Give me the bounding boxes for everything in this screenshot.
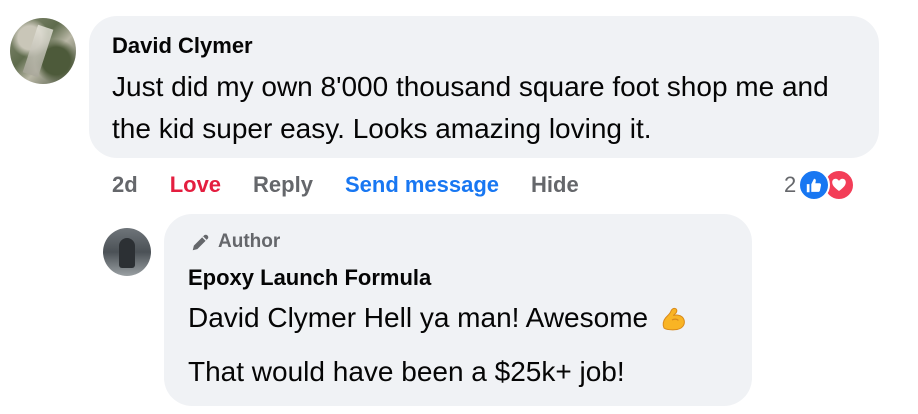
hide-button[interactable]: Hide: [531, 172, 579, 198]
reply-button[interactable]: Reply: [253, 172, 313, 198]
comment-thread: David Clymer Just did my own 8'000 thous…: [0, 0, 918, 414]
pencil-icon: [192, 234, 209, 251]
reaction-count: 2: [784, 172, 797, 197]
like-icon: [798, 169, 831, 201]
reply-text-line: David Clymer Hell ya man! Awesome: [188, 298, 690, 338]
author-badge: Author: [190, 231, 280, 253]
reaction-summary[interactable]: 2: [784, 167, 856, 203]
reply-text-line-2: That would have been a $25k+ job!: [188, 356, 625, 387]
send-message-button[interactable]: Send message: [345, 172, 499, 198]
comment-author-name[interactable]: David Clymer: [112, 33, 253, 59]
reply-avatar[interactable]: [103, 228, 151, 276]
reply-author-name[interactable]: Epoxy Launch Formula: [188, 265, 431, 291]
comment-text: Just did my own 8'000 thousand square fo…: [112, 71, 829, 144]
reply-text: David Clymer Hell ya man! Awesome: [188, 302, 649, 333]
flexed-biceps-icon: [658, 302, 690, 334]
avatar[interactable]: [10, 18, 76, 84]
timestamp-link[interactable]: 2d: [112, 172, 138, 198]
author-badge-label: Author: [218, 231, 281, 252]
comment-actions: 2d Love Reply Send message Hide: [112, 170, 611, 200]
love-reaction-button[interactable]: Love: [170, 172, 221, 198]
